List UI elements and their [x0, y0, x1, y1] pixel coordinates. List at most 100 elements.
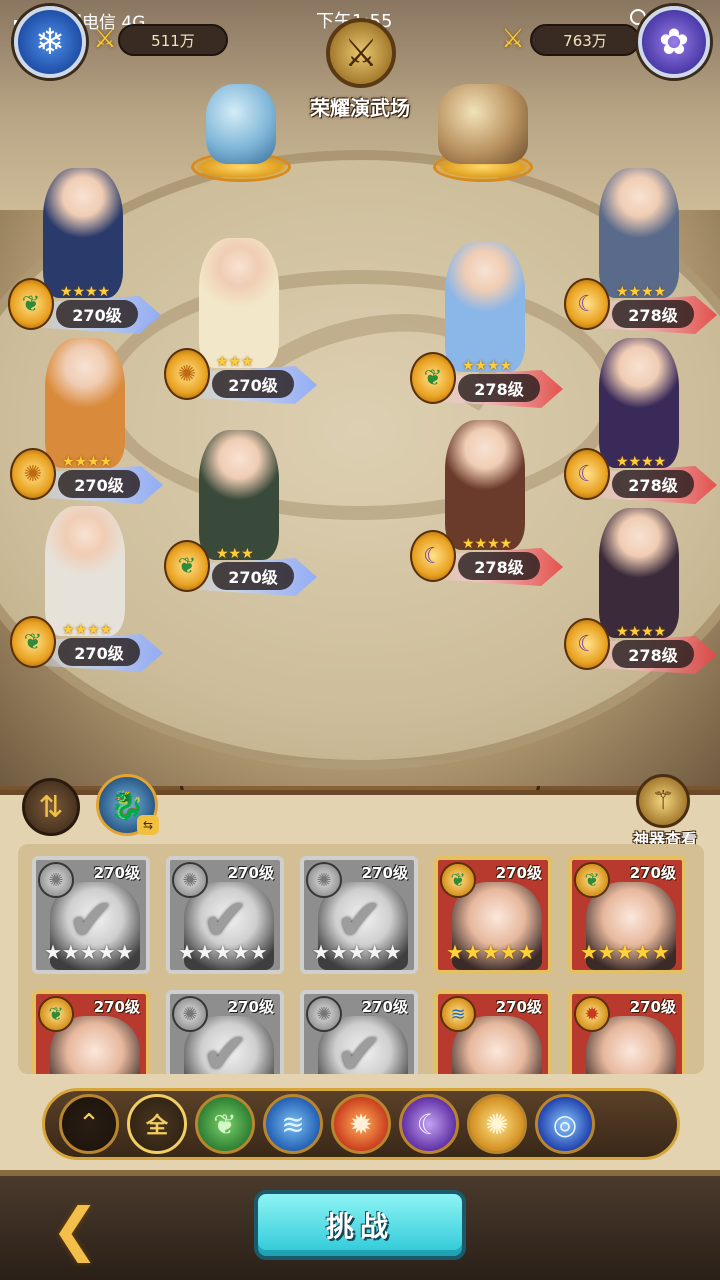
filter-moon-icon[interactable]: ☾ [399, 1094, 459, 1154]
right-team-emblem-icon: ✿ [638, 6, 710, 78]
faction-nature-icon: ❦ [10, 616, 56, 668]
right-team-pet [428, 62, 538, 182]
filter-all-button[interactable]: 全 [127, 1094, 187, 1154]
enemy-hero-1[interactable]: 278级 ★★★★ ☾ [564, 168, 717, 338]
artifact-view-button[interactable]: ⚚ [636, 774, 690, 828]
swap-formation-button[interactable]: ⇅ [22, 778, 80, 836]
filter-storm-icon[interactable]: ◎ [535, 1094, 595, 1154]
selected-check-icon: ✔ [336, 1022, 383, 1074]
hero-plate: 270级 ★★★★ ❦ [8, 278, 161, 338]
left-team-power: 511万 [118, 24, 228, 56]
hero-level: 278级 [612, 640, 694, 668]
arena-title: 荣耀演武场 [310, 96, 410, 120]
card-level: 270级 [361, 864, 408, 882]
hero-card[interactable]: ✺ 270级 ★★★★★ ✔ [300, 856, 418, 974]
filter-light-icon[interactable]: ✺ [467, 1094, 527, 1154]
crossed-swords-icon: ⚔ [326, 18, 396, 88]
hero-level: 270级 [56, 300, 138, 328]
filter-water-icon[interactable]: ≋ [263, 1094, 323, 1154]
hero-plate: 270级 ★★★★ ❦ [10, 616, 163, 676]
hero-plate: 278级 ★★★★ ☾ [564, 278, 717, 338]
hero-card[interactable]: ✺ 270级 ★★★★★ ✔ [166, 856, 284, 974]
hero-stars: ★★★★ [616, 284, 667, 300]
faction-nature-icon: ❦ [410, 352, 456, 404]
switch-icon: ⇆ [137, 815, 159, 835]
card-level: 270级 [629, 864, 676, 882]
hero-roster[interactable]: ✺ 270级 ★★★★★ ✔ ✺ 270级 ★★★★★ ✔ ✺ 270级 ★★★★★ ✔ ❦ 270级 ★★… [18, 844, 704, 1074]
faction-moon-icon: ☾ [564, 448, 610, 500]
faction-light-icon: ✺ [10, 448, 56, 500]
faction-nature-icon: ❦ [38, 996, 74, 1032]
filter-nature-icon[interactable]: ❦ [195, 1094, 255, 1154]
card-stars: ★★★★★ [446, 940, 536, 964]
faction-moon-icon: ☾ [564, 618, 610, 670]
hero-stars: ★★★ [216, 546, 254, 562]
hero-card[interactable]: ❦ 270级 [32, 990, 150, 1074]
back-arrow-icon[interactable]: ❮ [30, 1194, 120, 1264]
hero-stars: ★★★★ [62, 622, 113, 638]
hero-stars: ★★★★ [62, 454, 113, 470]
faction-fire-icon: ✹ [574, 996, 610, 1032]
hero-card[interactable]: ❦ 270级 ★★★★★ [434, 856, 552, 974]
left-power-swords-icon: ⚔ [93, 24, 117, 54]
faction-nature-icon: ❦ [8, 278, 54, 330]
hero-plate: 278级 ★★★★ ☾ [564, 618, 717, 678]
faction-filter-bar: ⌃ 全 ❦ ≋ ✹ ☾ ✺ ◎ [42, 1088, 680, 1160]
enemy-hero-4[interactable]: 278级 ★★★★ ☾ [410, 420, 563, 590]
faction-water-icon: ≋ [440, 996, 476, 1032]
pet-switch-button[interactable]: 🐉 ⇆ [96, 774, 159, 836]
faction-light-icon: ✺ [164, 348, 210, 400]
selected-check-icon: ✔ [202, 888, 249, 953]
card-level: 270级 [495, 864, 542, 882]
battle-arena: 中国电信 4G 下午1:55 ❄ ⚔ 511万 ⚔ 荣耀演武场 ⚔ 763万 ✿… [0, 0, 720, 790]
faction-moon-icon: ☾ [564, 278, 610, 330]
faction-nature-icon: ❦ [440, 862, 476, 898]
hero-level: 270级 [58, 470, 140, 498]
ally-hero-1[interactable]: 270级 ★★★★ ❦ [8, 168, 161, 338]
hero-plate: 278级 ★★★★ ❦ [410, 352, 563, 412]
selected-check-icon: ✔ [68, 888, 115, 953]
hero-stars: ★★★ [216, 354, 254, 370]
enemy-hero-5[interactable]: 278级 ★★★★ ☾ [564, 508, 717, 678]
card-level: 270级 [93, 998, 140, 1016]
hero-stars: ★★★★ [616, 624, 667, 640]
enemy-hero-2[interactable]: 278级 ★★★★ ❦ [410, 242, 563, 412]
hero-card[interactable]: ✹ 270级 [568, 990, 686, 1074]
card-level: 270级 [361, 998, 408, 1016]
hero-stars: ★★★★ [462, 358, 513, 374]
ally-hero-3[interactable]: 270级 ★★★★ ❦ [10, 506, 163, 676]
hero-card[interactable]: ✺ 270级 ✔ [300, 990, 418, 1074]
filter-fire-icon[interactable]: ✹ [331, 1094, 391, 1154]
card-level: 270级 [629, 998, 676, 1016]
hero-level: 270级 [58, 638, 140, 666]
left-team-pet [186, 62, 296, 182]
hero-card[interactable]: ≋ 270级 [434, 990, 552, 1074]
card-level: 270级 [227, 998, 274, 1016]
hero-card[interactable]: ❦ 270级 ★★★★★ [568, 856, 686, 974]
selected-check-icon: ✔ [202, 1022, 249, 1074]
card-level: 270级 [93, 864, 140, 882]
right-team-power: 763万 [530, 24, 640, 56]
hero-stars: ★★★★ [616, 454, 667, 470]
hero-level: 278级 [612, 300, 694, 328]
sort-up-icon[interactable]: ⌃ [59, 1094, 119, 1154]
hero-plate: 278级 ★★★★ ☾ [564, 448, 717, 508]
hero-card[interactable]: ✺ 270级 ★★★★★ ✔ [32, 856, 150, 974]
challenge-button[interactable]: 挑战 [254, 1190, 466, 1260]
faction-nature-icon: ❦ [164, 540, 210, 592]
faction-moon-icon: ☾ [410, 530, 456, 582]
ally-hero-2[interactable]: 270级 ★★★★ ✺ [10, 338, 163, 508]
enemy-hero-3[interactable]: 278级 ★★★★ ☾ [564, 338, 717, 508]
right-power-swords-icon: ⚔ [501, 24, 525, 54]
selected-check-icon: ✔ [336, 888, 383, 953]
hero-plate: 270级 ★★★★ ✺ [10, 448, 163, 508]
hero-plate: 270级 ★★★ ✺ [164, 348, 317, 408]
card-level: 270级 [227, 864, 274, 882]
hero-card[interactable]: ✺ 270级 ✔ [166, 990, 284, 1074]
left-team-emblem-icon: ❄ [14, 6, 86, 78]
hero-stars: ★★★★ [462, 536, 513, 552]
card-level: 270级 [495, 998, 542, 1016]
ally-hero-5[interactable]: 270级 ★★★ ❦ [164, 430, 317, 600]
ally-hero-4[interactable]: 270级 ★★★ ✺ [164, 238, 317, 408]
card-stars: ★★★★★ [580, 940, 670, 964]
